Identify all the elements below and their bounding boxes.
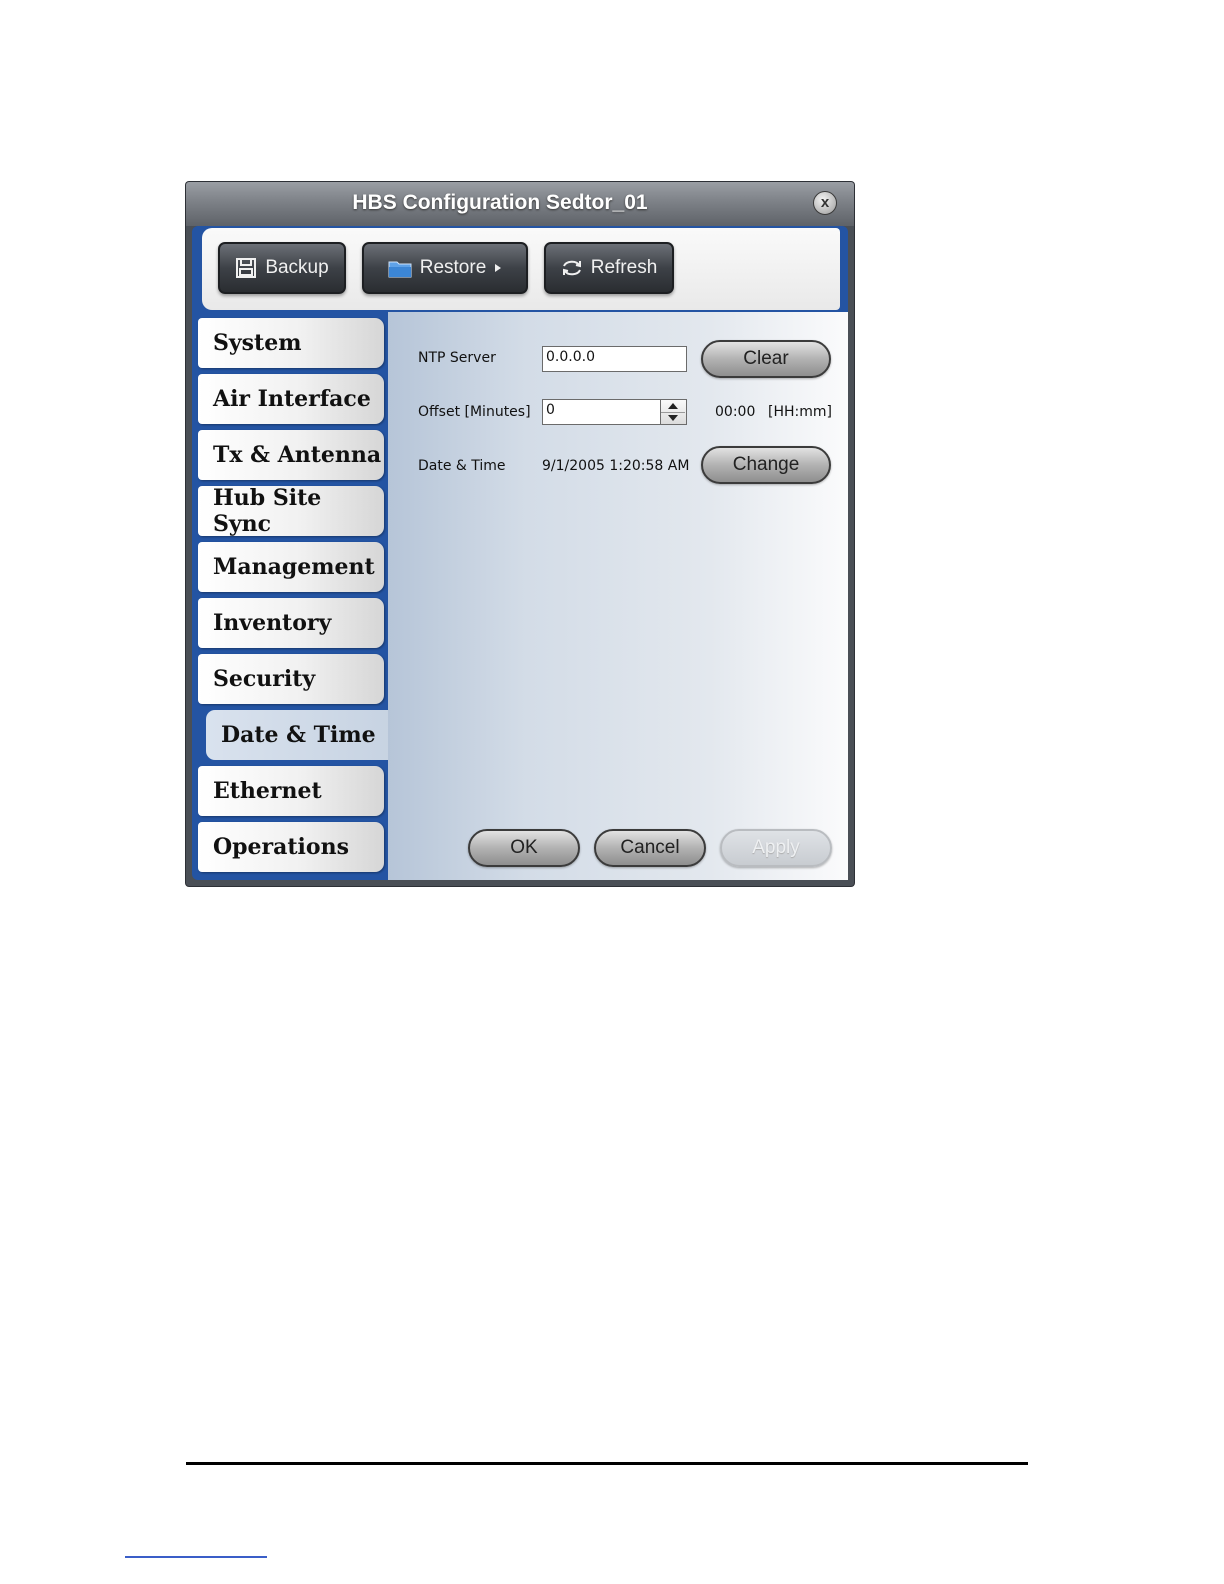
title-bar: HBS Configuration Sedtor_01 x bbox=[186, 182, 854, 226]
offset-hhmm-value: 00:00 bbox=[715, 404, 756, 420]
folder-icon bbox=[388, 258, 412, 278]
tab-date-time[interactable]: Date & Time bbox=[206, 710, 392, 760]
config-dialog: HBS Configuration Sedtor_01 x Backup Res… bbox=[186, 182, 854, 886]
offset-unit-label: [HH:mm] bbox=[768, 404, 832, 420]
footer-link-underline bbox=[125, 1556, 267, 1558]
ntp-server-input[interactable]: 0.0.0.0 bbox=[542, 346, 687, 372]
tab-security[interactable]: Security bbox=[198, 654, 384, 704]
caret-right-icon bbox=[494, 263, 502, 273]
restore-button[interactable]: Restore bbox=[362, 242, 528, 294]
page-divider bbox=[186, 1462, 1028, 1465]
spin-down-icon[interactable] bbox=[661, 412, 685, 424]
tab-air-interface[interactable]: Air Interface bbox=[198, 374, 384, 424]
close-icon[interactable]: x bbox=[813, 191, 837, 215]
tab-hub-site-sync[interactable]: Hub Site Sync bbox=[198, 485, 384, 537]
clear-button[interactable]: Clear bbox=[701, 340, 831, 378]
date-time-panel: NTP Server 0.0.0.0 Clear Offset [Minutes… bbox=[388, 312, 848, 880]
backup-label: Backup bbox=[265, 257, 329, 278]
backup-button[interactable]: Backup bbox=[218, 242, 346, 294]
dialog-title: HBS Configuration Sedtor_01 bbox=[352, 191, 648, 214]
toolbar: Backup Restore Refresh bbox=[202, 228, 840, 310]
offset-input[interactable]: 0 bbox=[542, 399, 661, 425]
tab-inventory[interactable]: Inventory bbox=[198, 598, 384, 648]
refresh-arrows-icon bbox=[561, 258, 583, 278]
refresh-button[interactable]: Refresh bbox=[544, 242, 674, 294]
ntp-server-label: NTP Server bbox=[418, 350, 496, 366]
restore-label: Restore bbox=[419, 257, 487, 278]
ok-button[interactable]: OK bbox=[468, 829, 580, 867]
tab-tx-antenna[interactable]: Tx & Antenna bbox=[198, 430, 384, 480]
floppy-disk-icon bbox=[235, 257, 257, 279]
tab-management[interactable]: Management bbox=[198, 542, 384, 592]
apply-button: Apply bbox=[720, 829, 832, 867]
date-time-label: Date & Time bbox=[418, 458, 506, 474]
tab-ethernet[interactable]: Ethernet bbox=[198, 766, 384, 816]
offset-stepper[interactable] bbox=[661, 399, 687, 425]
tab-system[interactable]: System bbox=[198, 318, 384, 368]
date-time-value: 9/1/2005 1:20:58 AM bbox=[542, 458, 690, 474]
cancel-button[interactable]: Cancel bbox=[594, 829, 706, 867]
offset-label: Offset [Minutes] bbox=[418, 404, 531, 420]
change-button[interactable]: Change bbox=[701, 446, 831, 484]
tab-operations[interactable]: Operations bbox=[198, 822, 384, 872]
refresh-label: Refresh bbox=[590, 257, 658, 278]
